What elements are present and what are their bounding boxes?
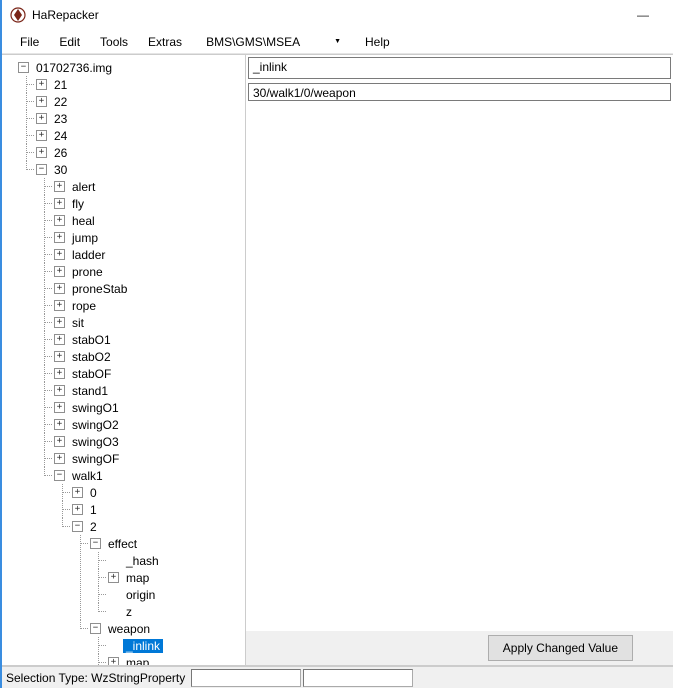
preview-area	[246, 103, 673, 631]
tree-node-proneStab[interactable]: +proneStab	[54, 280, 245, 297]
tree-node-sit[interactable]: +sit	[54, 314, 245, 331]
property-value-field[interactable]: 30/walk1/0/weapon	[248, 83, 671, 101]
tree-node-24[interactable]: +24	[36, 127, 245, 144]
tree-node-stand1[interactable]: +stand1	[54, 382, 245, 399]
tree-node-rope[interactable]: +rope	[54, 297, 245, 314]
tree-node-origin[interactable]: origin	[108, 586, 245, 603]
menubar: File Edit Tools Extras BMS\GMS\MSEA ▼ He…	[2, 30, 673, 54]
tree-node-z[interactable]: z	[108, 603, 245, 620]
tree-node-walk1-2[interactable]: −2	[72, 518, 245, 535]
status-cell-2	[303, 669, 413, 687]
tree-node-root[interactable]: −01702736.img	[18, 59, 245, 76]
apply-changed-value-button[interactable]: Apply Changed Value	[488, 635, 633, 661]
tree-view[interactable]: −01702736.img +21 +22 +23 +24 +26 −30 +a…	[2, 55, 245, 665]
tree-node-alert[interactable]: +alert	[54, 178, 245, 195]
tree-node-21[interactable]: +21	[36, 76, 245, 93]
app-icon	[10, 7, 26, 23]
tree-node-weapon-map[interactable]: +map	[108, 654, 245, 665]
tree-node-stabO2[interactable]: +stabO2	[54, 348, 245, 365]
tree-node-swingO1[interactable]: +swingO1	[54, 399, 245, 416]
menu-file[interactable]: File	[10, 31, 49, 53]
tree-node-swingOF[interactable]: +swingOF	[54, 450, 245, 467]
tree-node-swingO2[interactable]: +swingO2	[54, 416, 245, 433]
minimize-button[interactable]: —	[621, 1, 665, 29]
tree-node-weapon[interactable]: −weapon	[90, 620, 245, 637]
window-title: HaRepacker	[32, 8, 621, 22]
tree-node-walk1-0[interactable]: +0	[72, 484, 245, 501]
tree-node-jump[interactable]: +jump	[54, 229, 245, 246]
detail-panel: _inlink 30/walk1/0/weapon Apply Changed …	[246, 55, 673, 665]
menu-extras[interactable]: Extras	[138, 31, 192, 53]
menu-tools[interactable]: Tools	[90, 31, 138, 53]
titlebar: HaRepacker —	[2, 0, 673, 30]
main-area: −01702736.img +21 +22 +23 +24 +26 −30 +a…	[2, 54, 673, 666]
selection-type-label: Selection Type: WzStringProperty	[2, 671, 189, 685]
property-name-field[interactable]: _inlink	[248, 57, 671, 79]
tree-node-hash[interactable]: _hash	[108, 552, 245, 569]
tree-node-30[interactable]: −30	[36, 161, 245, 178]
tree-node-walk1-1[interactable]: +1	[72, 501, 245, 518]
tree-node-stabOF[interactable]: +stabOF	[54, 365, 245, 382]
tree-node-fly[interactable]: +fly	[54, 195, 245, 212]
statusbar: Selection Type: WzStringProperty	[2, 666, 673, 688]
chevron-down-icon: ▼	[334, 38, 341, 45]
tree-node-inlink[interactable]: _inlink	[108, 637, 245, 654]
tree-node-stabO1[interactable]: +stabO1	[54, 331, 245, 348]
tree-node-23[interactable]: +23	[36, 110, 245, 127]
tree-node-ladder[interactable]: +ladder	[54, 246, 245, 263]
menu-region-label: BMS\GMS\MSEA	[206, 35, 300, 49]
tree-panel[interactable]: −01702736.img +21 +22 +23 +24 +26 −30 +a…	[2, 55, 246, 665]
menu-edit[interactable]: Edit	[49, 31, 90, 53]
tree-node-22[interactable]: +22	[36, 93, 245, 110]
apply-row: Apply Changed Value	[246, 631, 673, 665]
tree-node-effect[interactable]: −effect	[90, 535, 245, 552]
tree-node-prone[interactable]: +prone	[54, 263, 245, 280]
menu-region-dropdown[interactable]: BMS\GMS\MSEA ▼	[196, 33, 345, 51]
tree-node-walk1[interactable]: −walk1	[54, 467, 245, 484]
menu-help[interactable]: Help	[355, 31, 400, 53]
tree-node-swingO3[interactable]: +swingO3	[54, 433, 245, 450]
tree-node-map[interactable]: +map	[108, 569, 245, 586]
status-cell-1	[191, 669, 301, 687]
tree-node-heal[interactable]: +heal	[54, 212, 245, 229]
tree-node-26[interactable]: +26	[36, 144, 245, 161]
